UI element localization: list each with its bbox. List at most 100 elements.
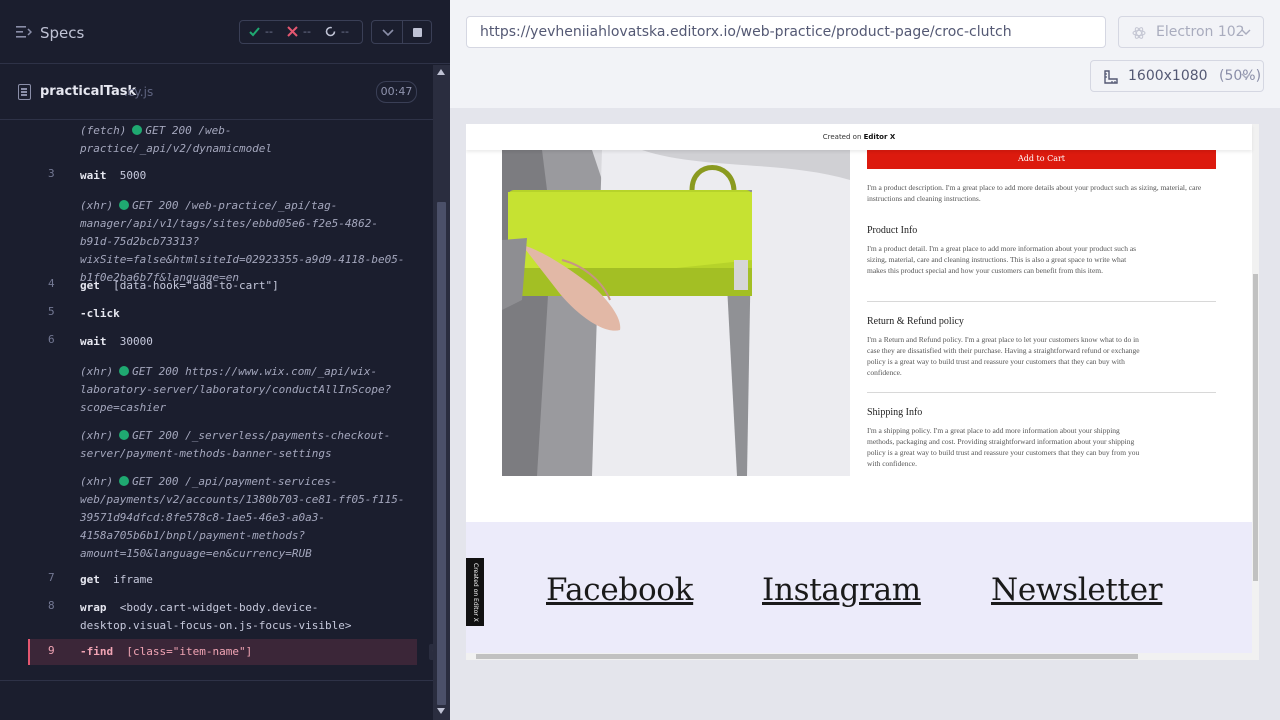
request-type: (xhr) (80, 365, 114, 378)
command-number: 4 (48, 277, 55, 290)
editor-x-banner[interactable]: Created on Editor X (466, 124, 1252, 150)
app-under-test: Created on Editor X Add to Cart I'm a pr… (450, 108, 1280, 720)
chevron-down-icon (1241, 73, 1251, 79)
section-divider (867, 301, 1216, 302)
aut-iframe: Created on Editor X Add to Cart I'm a pr… (466, 124, 1259, 660)
specs-header: Specs -- -- -- (0, 0, 450, 64)
failed-count: -- (303, 25, 311, 38)
electron-icon (1132, 27, 1146, 39)
request-type: (fetch) (80, 124, 127, 137)
status-dot (132, 125, 143, 135)
passed-count: -- (265, 25, 273, 38)
request-method: GET 200 (132, 429, 179, 442)
command-number: 6 (48, 333, 55, 346)
url-input[interactable]: https://yevheniiahlovatska.editorx.io/we… (466, 16, 1106, 48)
scroll-down-arrow[interactable] (437, 708, 445, 714)
editor-x-side-badge[interactable]: Created on Editor X (466, 558, 484, 626)
status-dot (119, 200, 130, 210)
stop-button[interactable] (403, 20, 432, 44)
command-name: wait (80, 169, 107, 182)
collapse-button[interactable] (371, 20, 403, 44)
reporter-panel: Specs -- -- -- practicalTask .cy.js 00:4… (0, 0, 450, 720)
request-method: GET 200 (145, 124, 192, 137)
check-icon (249, 27, 260, 37)
status-dot (119, 366, 130, 376)
ruler-icon (1104, 70, 1118, 84)
command-name: -click (80, 307, 120, 320)
request-method: GET 200 (132, 199, 179, 212)
banner-prefix: Created on (822, 133, 862, 141)
file-icon (18, 84, 31, 100)
duration-timer: 00:47 (376, 81, 417, 103)
scrollbar-thumb[interactable] (1253, 274, 1258, 581)
site-footer: Facebook Instagram Newsletter (466, 522, 1252, 660)
specs-title[interactable]: Specs (40, 24, 84, 42)
chevron-down-icon (382, 29, 394, 37)
command-number: 7 (48, 571, 55, 584)
spec-file-row: practicalTask .cy.js 00:47 (0, 65, 433, 120)
pending-count: -- (341, 25, 349, 38)
browser-name: Electron 102 (1156, 24, 1245, 40)
section-text: I'm a product detail. I'm a great place … (867, 244, 1137, 275)
x-icon (287, 26, 298, 37)
status-dot (119, 430, 130, 440)
newsletter-link[interactable]: Newsletter (991, 572, 1163, 608)
request-type: (xhr) (80, 475, 114, 488)
section-divider (867, 392, 1216, 393)
command-arg: 5000 (119, 169, 147, 182)
stop-icon (413, 28, 422, 37)
request-url: /web-practice/_api/tag-manager/api/v1/ta… (80, 199, 405, 284)
command-name: get (80, 279, 100, 292)
scrollbar-thumb[interactable] (476, 654, 1138, 659)
section-title[interactable]: Return & Refund policy (867, 316, 964, 327)
spec-file-name[interactable]: practicalTask (40, 84, 136, 99)
browser-select[interactable]: Electron 102 (1118, 16, 1264, 48)
instagram-link[interactable]: Instagram (762, 572, 921, 608)
command-name: wait (80, 335, 107, 348)
aut-horizontal-scrollbar[interactable] (466, 653, 1252, 660)
request-method: GET 200 (132, 475, 179, 488)
section-title[interactable]: Product Info (867, 225, 917, 236)
command-log-entry-active[interactable]: 9 -find [class="item-name"] 0 (28, 639, 433, 665)
request-type: (xhr) (80, 199, 114, 212)
product-image[interactable] (502, 150, 850, 476)
section-text: I'm a shipping policy. I'm a great place… (867, 426, 1140, 468)
command-name: get (80, 573, 100, 586)
command-log: (fetch) GET 200 /web-practice/_api/v2/dyn… (0, 121, 433, 679)
add-to-cart-button[interactable]: Add to Cart (867, 149, 1216, 169)
test-stats: -- -- -- (239, 20, 363, 44)
section-text: I'm a Return and Refund policy. I'm a gr… (867, 335, 1140, 377)
command-number: 9 (48, 644, 55, 657)
chevron-down-icon (1241, 29, 1251, 35)
viewport-size: 1600x1080 (1128, 68, 1208, 84)
viewport-select[interactable]: 1600x1080 (50%) (1090, 60, 1264, 92)
command-name: wrap (80, 601, 107, 614)
scrollbar-thumb[interactable] (437, 202, 446, 705)
section-title[interactable]: Shipping Info (867, 407, 922, 418)
facebook-link[interactable]: Facebook (546, 572, 693, 608)
command-number: 8 (48, 599, 55, 612)
aut-vertical-scrollbar[interactable] (1252, 124, 1259, 660)
command-arg: [data-hook="add-to-cart"] (113, 279, 279, 292)
product-description: I'm a product description. I'm a great p… (867, 183, 1202, 203)
command-arg: [class="item-name"] (126, 645, 253, 658)
command-arg: iframe (113, 573, 153, 586)
reporter-scrollbar[interactable] (433, 65, 450, 720)
spec-file-extension: .cy.js (124, 85, 154, 99)
request-method: GET 200 (132, 365, 179, 378)
command-arg: <body.cart-widget-body.device-desktop.vi… (80, 601, 352, 632)
scroll-up-arrow[interactable] (437, 69, 445, 75)
command-arg: 30000 (119, 335, 153, 348)
banner-brand: Editor X (863, 133, 896, 141)
cypress-runner: Specs -- -- -- practicalTask .cy.js 00:4… (0, 0, 1280, 720)
pending-icon (325, 26, 336, 37)
specs-list-icon[interactable] (16, 25, 32, 39)
command-name: -find (80, 645, 114, 658)
croc-clutch-photo (502, 150, 850, 476)
status-dot (119, 476, 130, 486)
browser-panel: https://yevheniiahlovatska.editorx.io/we… (450, 0, 1280, 720)
request-type: (xhr) (80, 429, 114, 442)
reporter-footer-divider (0, 680, 433, 681)
command-number: 5 (48, 305, 55, 318)
request-url: /_api/payment-services-web/payments/v2/a… (80, 475, 405, 560)
